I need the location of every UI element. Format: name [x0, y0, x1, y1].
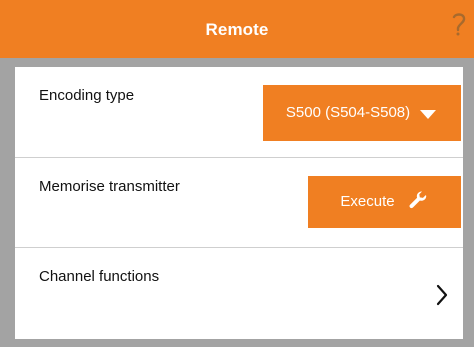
setting-row-channel-functions[interactable]: Channel functions [15, 247, 463, 339]
setting-row-encoding-type: Encoding type S500 (S504-S508) [15, 67, 463, 157]
wrench-icon [409, 191, 426, 209]
encoding-type-value: S500 (S504-S508) [285, 104, 411, 121]
setting-row-memorise-transmitter: Memorise transmitter Execute [15, 157, 463, 247]
encoding-type-dropdown[interactable]: S500 (S504-S508) [263, 85, 461, 141]
encoding-type-label: Encoding type [39, 87, 135, 104]
remote-settings-screen: Remote Encoding type S500 (S504-S508) Me… [0, 0, 474, 347]
memorise-transmitter-label: Memorise transmitter [39, 178, 180, 195]
page-title: Remote [205, 20, 269, 39]
chevron-right-icon[interactable] [435, 284, 449, 306]
channel-functions-label: Channel functions [39, 268, 160, 285]
settings-panel: Encoding type S500 (S504-S508) Memorise … [15, 67, 463, 339]
execute-button[interactable]: Execute [308, 176, 461, 228]
header-bar: Remote [0, 0, 474, 58]
help-icon[interactable] [451, 12, 467, 36]
chevron-down-icon [420, 109, 437, 119]
execute-button-label: Execute [340, 193, 395, 210]
